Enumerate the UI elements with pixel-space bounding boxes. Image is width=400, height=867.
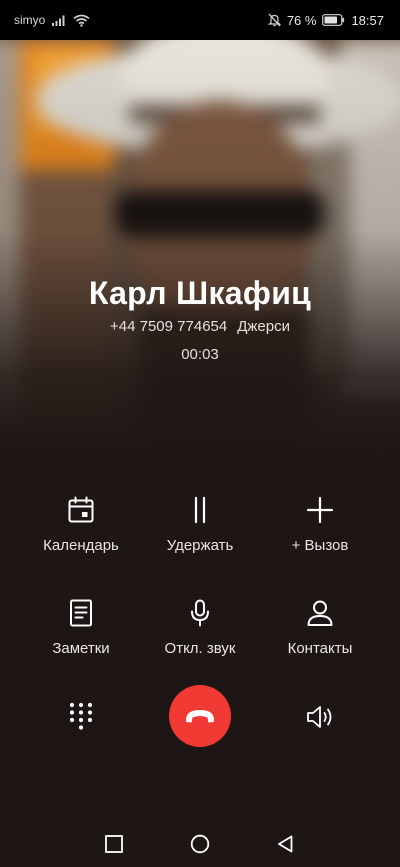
wifi-icon bbox=[73, 14, 90, 27]
pause-icon bbox=[194, 496, 206, 524]
navigation-bar bbox=[0, 820, 400, 867]
end-call-button[interactable] bbox=[169, 685, 231, 747]
caller-name: Карл Шкафиц bbox=[88, 275, 312, 311]
caller-location: Джерси bbox=[237, 318, 290, 335]
end-call-icon bbox=[186, 710, 214, 723]
call-duration: 00:03 bbox=[181, 346, 219, 363]
home-circle-icon[interactable] bbox=[190, 834, 210, 854]
contact-photo bbox=[0, 40, 400, 460]
caller-info: Карл Шкафиц +44 7509 774654 Джерси 00:03 bbox=[0, 272, 400, 365]
contacts-button[interactable]: Контакты bbox=[250, 598, 390, 658]
contact-icon bbox=[307, 600, 333, 626]
contacts-label: Контакты bbox=[287, 640, 353, 657]
battery-percent: 76 % bbox=[286, 12, 317, 28]
dialpad-icon[interactable] bbox=[67, 701, 95, 731]
carrier-name: simyo bbox=[14, 13, 46, 27]
add-call-label: + Вызов bbox=[291, 537, 349, 554]
hold-button[interactable]: Удержать bbox=[130, 495, 270, 555]
battery-icon bbox=[322, 14, 345, 26]
caller-details: +44 7509 774654 Джерси bbox=[0, 317, 400, 337]
mute-button[interactable]: Откл. звук bbox=[130, 598, 270, 658]
notes-icon bbox=[70, 599, 92, 627]
mute-label: Откл. звук bbox=[164, 640, 236, 657]
plus-icon bbox=[306, 496, 334, 524]
caller-phone: +44 7509 774654 bbox=[110, 318, 228, 335]
status-time: 18:57 bbox=[351, 12, 384, 28]
signal-icon bbox=[52, 15, 65, 26]
hold-label: Удержать bbox=[166, 537, 234, 554]
do-not-disturb-icon bbox=[267, 13, 281, 27]
microphone-icon bbox=[191, 599, 209, 627]
call-screen: simyo 76 % 18:57 Карл Шкафиц +44 7509 77… bbox=[0, 0, 400, 867]
recents-square-icon[interactable] bbox=[104, 834, 124, 854]
back-triangle-icon[interactable] bbox=[276, 834, 296, 854]
calendar-icon bbox=[68, 496, 94, 523]
status-bar: simyo 76 % 18:57 bbox=[0, 0, 400, 40]
speaker-icon[interactable] bbox=[305, 703, 337, 731]
add-call-button[interactable]: + Вызов bbox=[250, 495, 390, 555]
